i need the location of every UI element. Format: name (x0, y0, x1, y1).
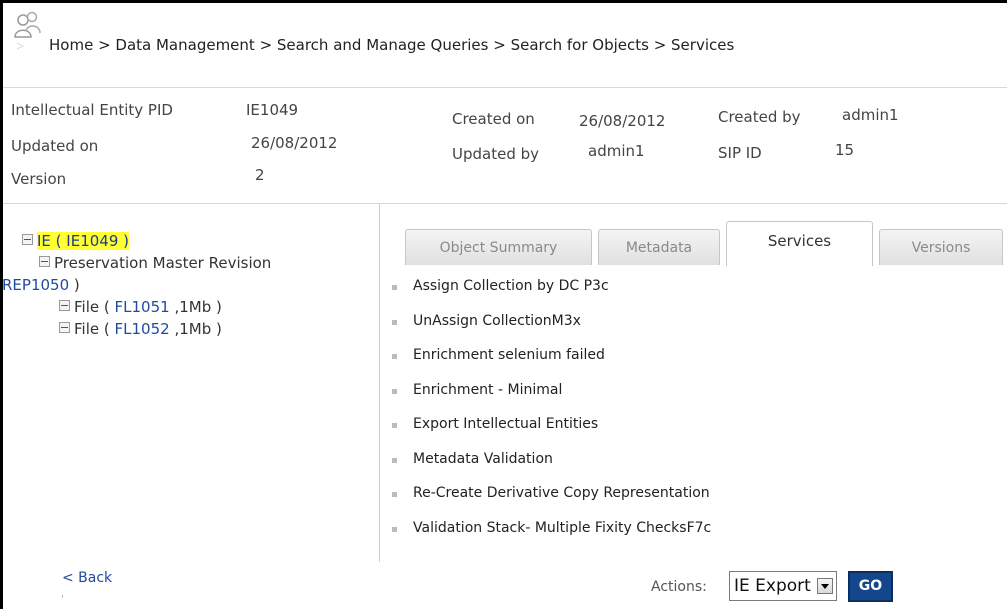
version-value: 2 (255, 166, 265, 184)
actions-select[interactable]: IE Export (729, 571, 837, 601)
tab-object-summary[interactable]: Object Summary (405, 229, 592, 265)
service-label[interactable]: Metadata Validation (413, 451, 553, 467)
updated-on-label: Updated on (11, 137, 99, 155)
divider (62, 595, 63, 598)
service-label[interactable]: Validation Stack- Multiple Fixity Checks… (413, 520, 711, 536)
collapse-toggle-icon[interactable] (59, 322, 70, 333)
sip-id-value: 15 (835, 141, 855, 159)
bullet-icon (392, 423, 397, 428)
details-panel: Object Summary Metadata Services Version… (380, 204, 1007, 562)
collapse-toggle-icon[interactable] (22, 234, 33, 245)
tab-versions[interactable]: Versions (879, 229, 1003, 265)
collapse-toggle-icon[interactable] (39, 256, 50, 267)
file-link[interactable]: FL1052 (115, 320, 170, 338)
ie-pid-label: Intellectual Entity PID (11, 101, 173, 119)
go-button[interactable]: GO (848, 571, 893, 602)
bullet-icon (392, 319, 397, 325)
ie-node-label[interactable]: IE ( IE1049 ) (37, 232, 129, 250)
tree-node-representation[interactable]: Preservation Master Revision (39, 254, 271, 272)
tab-metadata[interactable]: Metadata (598, 229, 720, 265)
file-suffix: ,1Mb ) (169, 298, 222, 316)
service-label[interactable]: Re-Create Derivative Copy Representation (413, 485, 710, 501)
service-label[interactable]: Enrichment selenium failed (413, 347, 605, 363)
actions-label: Actions: (651, 579, 707, 595)
created-by-label: Created by (718, 108, 801, 126)
ie-info-panel: Intellectual Entity PID IE1049 Updated o… (3, 88, 1007, 204)
created-by-value: admin1 (842, 106, 899, 124)
service-label[interactable]: Export Intellectual Entities (413, 416, 598, 432)
bullet-icon (392, 492, 397, 497)
rep-close: ) (69, 276, 80, 294)
updated-by-value: admin1 (588, 142, 645, 160)
collapse-toggle-icon[interactable] (59, 300, 70, 311)
footer-bar: < Back Actions: IE Export GO (3, 562, 1007, 609)
tree-node-rep-link-row: REP1050 ) (2, 276, 80, 294)
bullet-icon (392, 354, 397, 359)
service-label[interactable]: Enrichment - Minimal (413, 382, 562, 398)
tree-node-file[interactable]: File ( FL1051 ,1Mb ) (59, 298, 222, 316)
updated-on-value: 26/08/2012 (251, 134, 338, 152)
sip-id-label: SIP ID (718, 144, 762, 162)
file-link[interactable]: FL1051 (115, 298, 170, 316)
users-icon (13, 11, 43, 55)
file-prefix: File ( (74, 320, 115, 338)
updated-by-label: Updated by (452, 145, 540, 163)
tree-node-file[interactable]: File ( FL1052 ,1Mb ) (59, 320, 222, 338)
bullet-icon (392, 457, 397, 463)
representation-label: Preservation Master Revision (54, 254, 272, 272)
tree-node-ie[interactable]: IE ( IE1049 ) (22, 232, 129, 250)
object-tree: IE ( IE1049 ) Preservation Master Revisi… (2, 204, 380, 562)
tab-services[interactable]: Services (726, 221, 873, 266)
bullet-icon (392, 526, 397, 532)
bullet-icon (392, 285, 397, 290)
created-on-value: 26/08/2012 (579, 112, 666, 130)
service-label[interactable]: Assign Collection by DC P3c (413, 278, 609, 294)
header: Home > Data Management > Search and Mana… (3, 3, 1007, 88)
bullet-icon (392, 388, 397, 394)
created-on-label: Created on (452, 110, 535, 128)
service-label[interactable]: UnAssign CollectionM3x (413, 313, 581, 329)
version-label: Version (11, 170, 67, 188)
actions-selected-value: IE Export (734, 576, 811, 596)
ie-pid-value: IE1049 (246, 101, 299, 119)
breadcrumb: Home > Data Management > Search and Mana… (49, 36, 735, 54)
rep-link[interactable]: REP1050 (2, 276, 69, 294)
chevron-down-icon[interactable] (817, 578, 833, 594)
file-prefix: File ( (74, 298, 115, 316)
file-suffix: ,1Mb ) (169, 320, 222, 338)
back-link[interactable]: < Back (62, 570, 112, 586)
